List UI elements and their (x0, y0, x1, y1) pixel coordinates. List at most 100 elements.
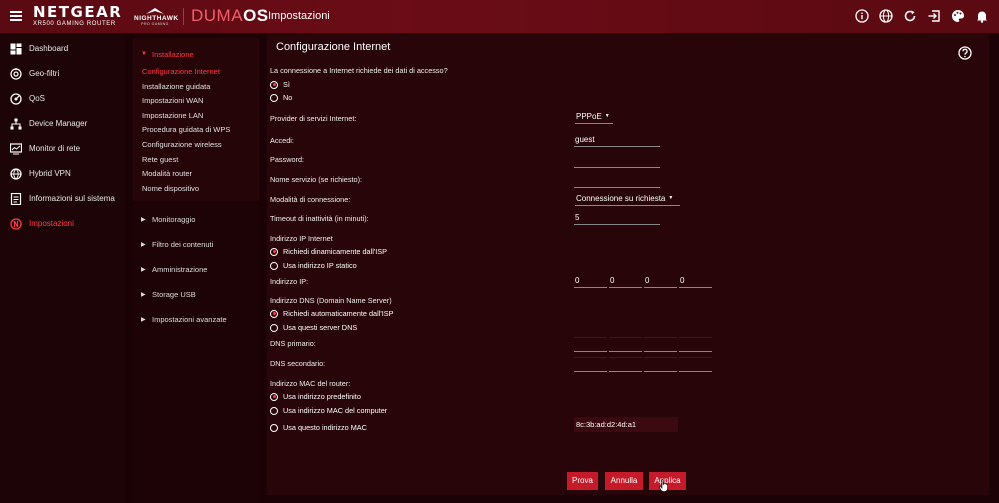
info-icon[interactable] (855, 9, 869, 23)
password-label: Password: (270, 155, 305, 164)
logout-icon[interactable] (927, 9, 941, 23)
radio-label: Usa indirizzo predefinito (283, 392, 361, 401)
dns-secondary-octet-1[interactable] (574, 357, 607, 372)
radio-label: Usa questo indirizzo MAC (283, 423, 367, 432)
sidebar-item-device-manager[interactable]: Device Manager (0, 111, 125, 136)
login-input[interactable]: guest (574, 134, 660, 147)
brand-name: NETGEAR (33, 3, 123, 21)
submenu-closed-sections: ▶ Monitoraggio ▶ Filtro dei contenuti ▶ Amm… (133, 207, 259, 332)
dns-primary-octet-4[interactable] (679, 337, 712, 352)
test-button[interactable]: Prova (567, 472, 598, 490)
sidebar-item-label: Informazioni sul sistema (29, 194, 115, 203)
radio-button[interactable] (270, 392, 278, 401)
dns-primary-octet-1[interactable] (574, 337, 607, 352)
submenu-item[interactable]: Impostazione LAN (133, 109, 259, 124)
sidebar-item-dashboard[interactable]: Dashboard (0, 36, 125, 61)
timeout-input[interactable]: 5 (574, 212, 660, 225)
nighthawk-logo: NIGHTHAWK PRO GAMING (134, 7, 178, 26)
cancel-button[interactable]: Annulla (605, 472, 643, 490)
dns-secondary-label: DNS secondario: (270, 359, 326, 368)
dns-primary-octet-3[interactable] (644, 337, 677, 352)
device-manager-icon (10, 118, 22, 129)
dns-auto-radio[interactable]: Richiedi automaticamente dall'ISP (270, 309, 394, 318)
radio-button[interactable] (270, 247, 278, 256)
top-bar: NETGEAR XR500 GAMING ROUTER NIGHTHAWK PR… (0, 0, 999, 33)
mac-custom-radio[interactable]: Usa questo indirizzo MAC (270, 423, 367, 432)
sidebar-item-system-info[interactable]: Informazioni sul sistema (0, 186, 125, 211)
submenu-item[interactable]: Modalità router (133, 167, 259, 182)
radio-button[interactable] (270, 423, 278, 432)
radio-button[interactable] (270, 261, 278, 270)
radio-label: Usa indirizzo IP statico (283, 261, 357, 270)
submenu-section-filtro[interactable]: ▶ Filtro dei contenuti (133, 232, 259, 257)
dashboard-icon (10, 43, 22, 54)
router-model: XR500 GAMING ROUTER (33, 21, 116, 27)
ip-octet-2[interactable]: 0 (609, 275, 642, 288)
submenu-section-label: Installazione (152, 49, 194, 59)
isp-select[interactable]: PPPoE ▼ (575, 111, 613, 124)
submenu-item[interactable]: Procedura guidata di WPS (133, 123, 259, 138)
mac-default-radio[interactable]: Usa indirizzo predefinito (270, 392, 361, 401)
mac-address-input[interactable]: 8c:3b:ad:d2:4d:a1 (574, 417, 678, 432)
dumaos-part1: DUMA (191, 6, 244, 25)
submenu-section-amministrazione[interactable]: ▶ Amministrazione (133, 257, 259, 282)
submenu-section-label: Storage USB (152, 290, 196, 300)
refresh-icon[interactable] (903, 9, 917, 23)
submenu-section-installazione[interactable]: ▼ Installazione (133, 43, 259, 65)
submenu-item[interactable]: Installazione guidata (133, 80, 259, 95)
password-input[interactable] (574, 155, 660, 168)
dns-secondary-octet-2[interactable] (609, 357, 642, 372)
dns-secondary-octet-4[interactable] (679, 357, 712, 372)
sidebar-item-network-monitor[interactable]: Monitor di rete (0, 136, 125, 161)
submenu-section-storage[interactable]: ▶ Storage USB (133, 282, 259, 307)
radio-button[interactable] (270, 93, 278, 102)
submenu-item[interactable]: Rete guest (133, 153, 259, 168)
submenu-section-monitoraggio[interactable]: ▶ Monitoraggio (133, 207, 259, 232)
radio-button[interactable] (270, 309, 278, 318)
radio-button[interactable] (270, 80, 278, 89)
chevron-down-icon: ▼ (604, 113, 610, 120)
connection-mode-value: Connessione su richiesta (576, 194, 666, 203)
service-name-input[interactable] (574, 175, 660, 188)
help-icon[interactable] (958, 46, 972, 60)
menu-icon[interactable] (10, 11, 22, 21)
connection-mode-label: Modalità di connessione: (270, 195, 351, 204)
sidebar-item-hybrid-vpn[interactable]: Hybrid VPN (0, 161, 125, 186)
submenu-section-label: Filtro dei contenuti (152, 240, 214, 250)
submenu-item[interactable]: Configurazione Internet (133, 65, 259, 80)
palette-icon[interactable] (951, 9, 965, 23)
dns-secondary-octet-3[interactable] (644, 357, 677, 372)
system-info-icon (10, 192, 22, 205)
submenu-section-avanzate[interactable]: ▶ Impostazioni avanzate (133, 307, 259, 332)
dns-manual-radio[interactable]: Usa questi server DNS (270, 323, 357, 332)
login-yes-radio[interactable]: Sì (270, 80, 290, 89)
vpn-icon (10, 167, 22, 180)
radio-button[interactable] (270, 406, 278, 415)
submenu-section-label: Amministrazione (152, 265, 208, 275)
radio-button[interactable] (270, 323, 278, 332)
sidebar-item-label: Impostazioni (29, 219, 74, 228)
bell-icon[interactable] (975, 9, 989, 23)
globe-icon[interactable] (879, 9, 893, 23)
mac-computer-radio[interactable]: Usa indirizzo MAC del computer (270, 406, 387, 415)
submenu-item[interactable]: Nome dispositivo (133, 182, 259, 197)
nighthawk-sub: PRO GAMING (141, 22, 169, 26)
ip-octet-3[interactable]: 0 (644, 275, 677, 288)
dns-primary-octet-2[interactable] (609, 337, 642, 352)
sidebar-item-geofilter[interactable]: Geo-filtri (0, 61, 125, 86)
submenu-item[interactable]: Impostazioni WAN (133, 94, 259, 109)
radio-label: Usa indirizzo MAC del computer (283, 406, 388, 415)
ip-dynamic-radio[interactable]: Richiedi dinamicamente dall'ISP (270, 247, 387, 256)
page-title: Impostazioni (268, 10, 330, 22)
ip-static-radio[interactable]: Usa indirizzo IP statico (270, 261, 357, 270)
login-no-radio[interactable]: No (270, 93, 292, 102)
sidebar-item-qos[interactable]: QoS (0, 86, 125, 111)
ip-address-label: Indirizzo IP: (270, 277, 309, 286)
triangle-right-icon: ▶ (141, 217, 146, 224)
sidebar-item-settings[interactable]: Impostazioni (0, 211, 125, 236)
ip-octet-4[interactable]: 0 (679, 275, 712, 288)
radio-label: Richiedi dinamicamente dall'ISP (283, 247, 388, 256)
submenu-item[interactable]: Configurazione wireless (133, 138, 259, 153)
ip-octet-1[interactable]: 0 (574, 275, 607, 288)
connection-mode-select[interactable]: Connessione su richiesta ▼ (575, 193, 680, 206)
